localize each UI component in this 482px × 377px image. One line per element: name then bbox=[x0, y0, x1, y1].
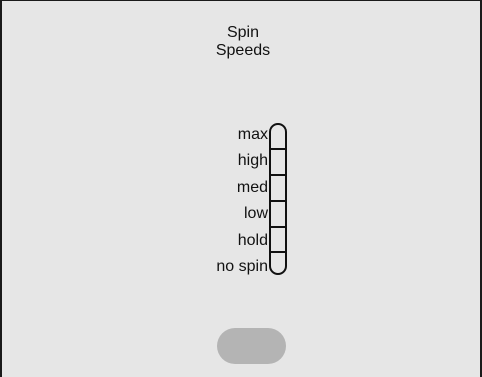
title-line-2: Speeds bbox=[215, 42, 271, 59]
indicator-divider bbox=[271, 148, 285, 150]
level-med: med bbox=[236, 178, 268, 196]
indicator-divider bbox=[271, 226, 285, 228]
spin-speed-labels: max high med low hold no spin bbox=[182, 122, 268, 280]
level-high: high bbox=[237, 152, 268, 170]
spin-speeds-title: Spin Speeds bbox=[2, 24, 482, 60]
spin-speed-indicator bbox=[269, 123, 287, 275]
spin-speed-button[interactable] bbox=[217, 328, 286, 364]
indicator-divider bbox=[271, 174, 285, 176]
indicator-divider bbox=[271, 200, 285, 202]
level-hold: hold bbox=[237, 231, 268, 249]
level-low: low bbox=[243, 205, 268, 223]
title-line-1: Spin bbox=[226, 24, 260, 41]
indicator-divider bbox=[271, 251, 285, 253]
control-panel: Spin Speeds max high med low hold no spi… bbox=[0, 0, 482, 377]
level-no-spin: no spin bbox=[216, 257, 268, 275]
level-max: max bbox=[237, 126, 268, 143]
